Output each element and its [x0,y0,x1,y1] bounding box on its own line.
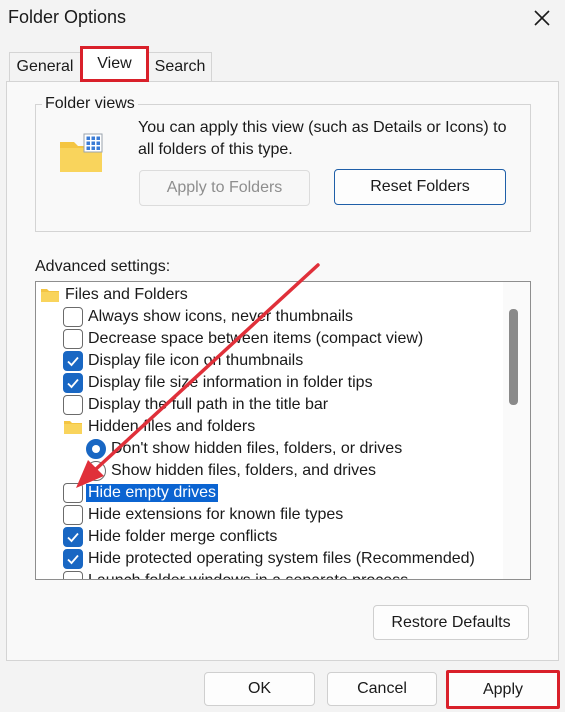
folder-views-heading: Folder views [42,95,138,113]
window-title: Folder Options [8,7,127,27]
setting-label: Display file size information in folder … [88,374,373,391]
close-button[interactable] [524,4,560,32]
radio-button[interactable] [86,461,106,481]
setting-full-path-title-bar[interactable]: Display the full path in the title bar [63,394,328,416]
setting-hide-merge-conflicts[interactable]: Hide folder merge conflicts [63,526,277,548]
checkbox[interactable] [63,483,83,503]
setting-compact-view[interactable]: Decrease space between items (compact vi… [63,328,423,350]
checkmark-icon [67,532,79,543]
advanced-settings-list[interactable]: Files and Folders Always show icons, nev… [35,281,531,580]
setting-label-selected: Hide empty drives [86,484,219,502]
restore-defaults-button[interactable]: Restore Defaults [373,605,529,640]
advanced-settings-heading: Advanced settings: [35,258,171,275]
checkbox[interactable] [63,571,83,579]
checkbox[interactable] [63,351,83,371]
setting-show-hidden[interactable]: Show hidden files, folders, and drives [86,460,376,482]
setting-label: Display the full path in the title bar [88,396,329,413]
checkbox[interactable] [63,549,83,569]
reset-folders-button[interactable]: Reset Folders [334,169,506,205]
tab-view[interactable]: View [80,46,149,82]
checkbox[interactable] [63,373,83,393]
setting-hide-empty-drives[interactable]: Hide empty drives [63,482,219,504]
checkbox[interactable] [63,395,83,415]
tree-folder-files-and-folders[interactable]: Files and Folders [40,284,188,306]
setting-launch-separate-process[interactable]: Launch folder windows in a separate proc… [63,570,408,579]
tree-folder-hidden-files[interactable]: Hidden files and folders [63,416,255,438]
title-bar: Folder Options [0,0,565,38]
checkbox[interactable] [63,527,83,547]
tree-folder-label: Files and Folders [65,286,188,303]
ok-button[interactable]: OK [204,672,315,706]
checkbox[interactable] [63,307,83,327]
tree-folder-label: Hidden files and folders [88,418,256,435]
setting-dont-show-hidden[interactable]: Don't show hidden files, folders, or dri… [86,438,402,460]
apply-button[interactable]: Apply [446,670,560,709]
setting-label: Hide extensions for known file types [88,506,344,523]
setting-label: Hide folder merge conflicts [88,528,278,545]
tab-general[interactable]: General [9,52,81,82]
checkbox[interactable] [63,329,83,349]
folder-icon [41,289,59,302]
tab-search[interactable]: Search [148,52,212,82]
setting-label: Launch folder windows in a separate proc… [88,572,408,579]
folder-views-description: You can apply this view (such as Details… [138,119,507,158]
checkmark-icon [67,356,79,367]
setting-label: Don't show hidden files, folders, or dri… [111,440,403,457]
setting-display-file-size[interactable]: Display file size information in folder … [63,372,373,394]
checkmark-icon [67,378,79,389]
checkmark-icon [67,554,79,565]
apply-to-folders-button[interactable]: Apply to Folders [139,170,310,206]
folder-view-icon [60,133,103,172]
folder-icon [64,421,82,434]
checkbox[interactable] [63,505,83,525]
setting-hide-protected-files[interactable]: Hide protected operating system files (R… [63,548,475,570]
setting-label: Hide protected operating system files (R… [88,550,475,567]
setting-label: Show hidden files, folders, and drives [111,462,377,479]
radio-button[interactable] [86,439,106,459]
cancel-button[interactable]: Cancel [327,672,437,706]
setting-display-file-icon[interactable]: Display file icon on thumbnails [63,350,303,372]
setting-label: Display file icon on thumbnails [88,352,304,369]
setting-hide-extensions[interactable]: Hide extensions for known file types [63,504,343,526]
setting-label: Decrease space between items (compact vi… [88,330,424,347]
close-icon [534,10,550,26]
setting-label: Always show icons, never thumbnails [88,308,354,325]
list-scrollbar-thumb[interactable] [509,309,518,405]
setting-always-show-icons[interactable]: Always show icons, never thumbnails [63,306,353,328]
